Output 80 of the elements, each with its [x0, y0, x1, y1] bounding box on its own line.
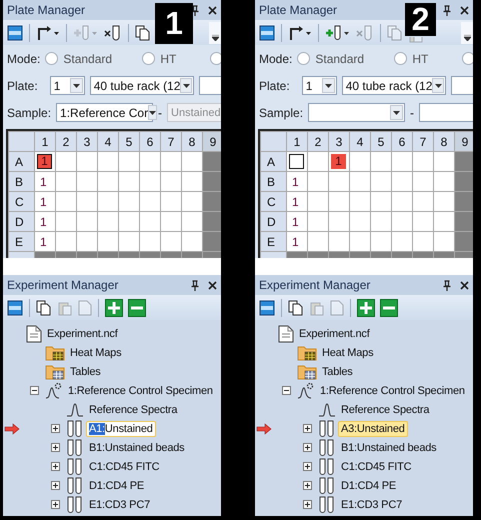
panel-title: Experiment Manager: [7, 278, 118, 292]
tree-item[interactable]: E1:CD3 PC7: [338, 496, 405, 512]
column-header[interactable]: 8: [182, 132, 202, 152]
column-header[interactable]: 7: [412, 132, 434, 152]
column-header[interactable]: 5: [370, 132, 392, 152]
separator-text: -: [158, 106, 162, 120]
row-header[interactable]: D: [8, 212, 34, 232]
column-header[interactable]: 8: [434, 132, 454, 152]
column-header[interactable]: 4: [350, 132, 370, 152]
column-header[interactable]: 7: [160, 132, 182, 152]
tree-item[interactable]: C1:CD45 FITC: [86, 458, 162, 474]
radio-label: Standard: [315, 52, 364, 66]
row-header[interactable]: A: [8, 152, 34, 172]
well-marker: 1: [331, 154, 346, 170]
column-header[interactable]: 1: [34, 132, 56, 152]
row-header[interactable]: E: [260, 232, 286, 252]
tree-item[interactable]: Experiment.ncf: [44, 326, 121, 342]
field-label: Plate:: [259, 78, 290, 92]
tree-item[interactable]: B1:Unstained beads: [86, 440, 188, 456]
grid-cell[interactable]: 1: [34, 232, 56, 252]
column-header[interactable]: 3: [76, 132, 98, 152]
radio-label: HT: [412, 52, 428, 66]
panel-title: Plate Manager: [259, 3, 338, 17]
tree-item[interactable]: D1:CD4 PE: [86, 478, 148, 494]
radio-label: Standard: [63, 52, 112, 66]
panel-title: Experiment Manager: [259, 278, 370, 292]
grid-cell[interactable]: 1: [34, 172, 56, 192]
plate-number-dropdown[interactable]: 1: [302, 76, 337, 95]
tree-item[interactable]: Heat Maps: [67, 344, 124, 360]
row-header[interactable]: D: [260, 212, 286, 232]
tree-item[interactable]: Tables: [319, 364, 356, 380]
tree-item[interactable]: Heat Maps: [319, 344, 376, 360]
grid-cell[interactable]: 1: [286, 172, 308, 192]
tree-item[interactable]: E1:CD3 PC7: [86, 496, 153, 512]
plate-number-dropdown[interactable]: 1: [50, 76, 85, 95]
separator-text: -: [410, 106, 414, 120]
field-label: Sample:: [7, 106, 52, 120]
tree-item[interactable]: A3:Unstained: [338, 420, 408, 436]
panel-title: Plate Manager: [7, 3, 86, 17]
step-number-badge: 2: [405, 3, 436, 36]
row-header[interactable]: E: [8, 232, 34, 252]
tree-item[interactable]: 1:Reference Control Specimen: [65, 382, 216, 398]
tree-item[interactable]: Tables: [67, 364, 104, 380]
row-header[interactable]: C: [8, 192, 34, 212]
tree-item[interactable]: C1:CD45 FITC: [338, 458, 414, 474]
column-header[interactable]: 6: [392, 132, 412, 152]
rack-dropdown[interactable]: 40 tube rack (12: [90, 76, 194, 95]
row-header[interactable]: B: [8, 172, 34, 192]
column-header[interactable]: 2: [308, 132, 328, 152]
rack-dropdown[interactable]: 40 tube rack (12: [342, 76, 446, 95]
field-label: Plate:: [7, 78, 38, 92]
radio-label: HT: [160, 52, 176, 66]
tree-item[interactable]: Experiment.ncf: [296, 326, 373, 342]
tree-item[interactable]: 1:Reference Control Specimen: [317, 382, 468, 398]
grid-cell[interactable]: 1: [286, 232, 308, 252]
grid-cell[interactable]: 1: [34, 212, 56, 232]
tree-item[interactable]: Reference Spectra: [86, 402, 180, 418]
grid-cell[interactable]: 1: [286, 212, 308, 232]
field-label: Sample:: [259, 106, 304, 120]
column-header[interactable]: 3: [328, 132, 350, 152]
grid-cell[interactable]: 1: [34, 152, 56, 172]
step-number-badge: 1: [155, 3, 193, 44]
tree-item[interactable]: A1:Unstained: [86, 420, 156, 436]
field-label: Mode:: [259, 52, 292, 66]
column-header[interactable]: 1: [286, 132, 308, 152]
grid-cell[interactable]: 1: [34, 192, 56, 212]
grid-cell[interactable]: 1: [286, 192, 308, 212]
grid-cell[interactable]: 1: [328, 152, 350, 172]
field-label: Mode:: [7, 52, 40, 66]
column-header[interactable]: 2: [56, 132, 76, 152]
tree-item[interactable]: B1:Unstained beads: [338, 440, 440, 456]
row-header[interactable]: C: [260, 192, 286, 212]
column-header[interactable]: 6: [140, 132, 160, 152]
well-marker: 1: [37, 154, 52, 170]
row-header[interactable]: B: [260, 172, 286, 192]
row-header[interactable]: A: [260, 152, 286, 172]
tree-item[interactable]: D1:CD4 PE: [338, 478, 400, 494]
column-header[interactable]: 4: [98, 132, 118, 152]
tree-item[interactable]: Reference Spectra: [338, 402, 432, 418]
column-header[interactable]: 5: [118, 132, 140, 152]
